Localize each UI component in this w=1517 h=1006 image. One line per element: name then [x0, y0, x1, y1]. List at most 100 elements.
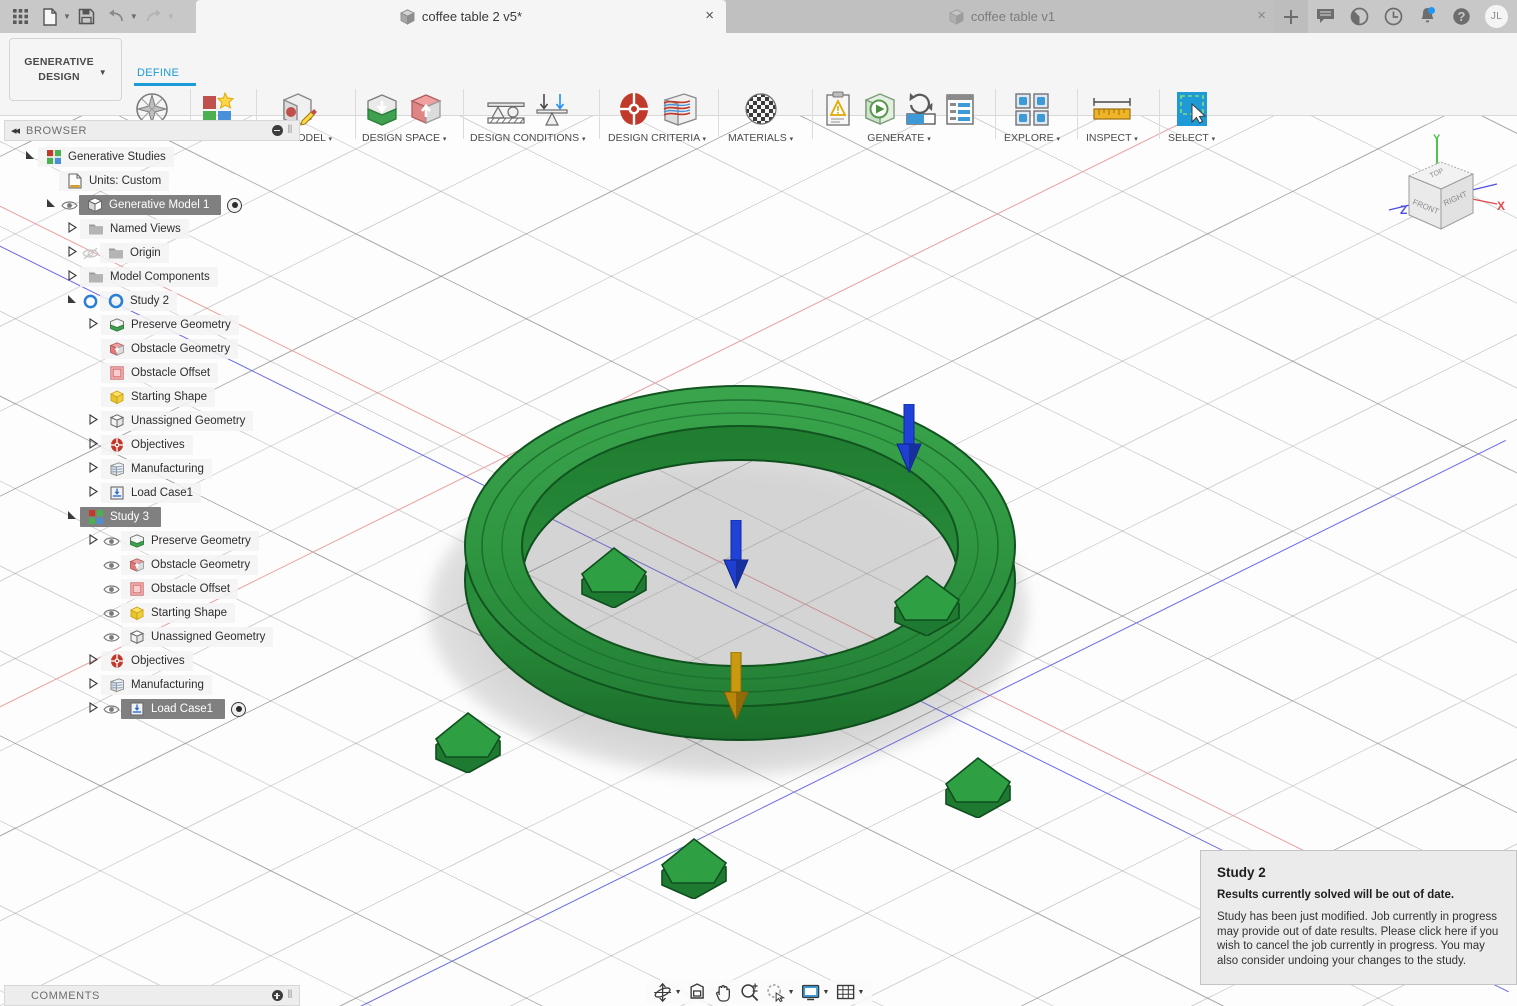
collapse-arrow-icon[interactable] [64, 269, 80, 284]
tree-item-label-box[interactable]: Manufacturing [101, 459, 212, 479]
app-grid-icon[interactable] [6, 3, 34, 31]
preserve-geometry-icon[interactable] [362, 89, 402, 129]
collapse-arrow-icon[interactable] [85, 461, 101, 476]
look-at-icon[interactable] [686, 981, 710, 1003]
tree-item-label-box[interactable]: Preserve Geometry [101, 315, 239, 335]
tree-item-model-components[interactable]: Model Components [4, 265, 300, 289]
eye-icon[interactable] [101, 703, 121, 716]
display-settings-caret[interactable]: ▼ [823, 989, 830, 996]
tree-item-obstacle-offset[interactable]: Obstacle Offset [4, 361, 300, 385]
tree-item-unassigned-geometry[interactable]: Unassigned Geometry [4, 625, 300, 649]
tree-item-label-box[interactable]: Objectives [101, 651, 193, 671]
close-icon[interactable]: × [1257, 8, 1266, 23]
grid-snaps-caret[interactable]: ▼ [857, 989, 864, 996]
tree-item-label-box[interactable]: Model Components [80, 267, 218, 287]
expand-arrow-icon[interactable] [22, 150, 38, 164]
tree-item-label-box[interactable]: Study 3 [80, 507, 161, 527]
browser-collapse-all-icon[interactable] [271, 125, 283, 136]
tree-item-objectives[interactable]: Objectives [4, 433, 300, 457]
document-tab-inactive[interactable]: coffee table v1 × [726, 0, 1278, 33]
select-window-icon[interactable] [1172, 89, 1212, 129]
zoom-window-icon[interactable] [764, 981, 788, 1003]
browser-resize-handle[interactable]: ⦀ [288, 124, 293, 137]
add-comment-icon[interactable] [271, 990, 283, 1001]
tree-item-generative-model-1[interactable]: Generative Model 1 [4, 193, 300, 217]
precheck-icon[interactable] [820, 89, 856, 129]
tree-item-label-box[interactable]: Obstacle Offset [101, 363, 219, 383]
collapse-icon[interactable]: ◂◂ [11, 124, 20, 137]
load-arrow-1[interactable] [896, 404, 922, 474]
comments-resize-handle[interactable]: ⦀ [288, 989, 293, 1002]
document-tab-active[interactable]: coffee table 2 v5* × [196, 0, 726, 33]
collapse-arrow-icon[interactable] [64, 221, 80, 236]
structural-constraints-icon[interactable] [484, 89, 528, 129]
tree-item-label-box[interactable]: Obstacle Geometry [101, 339, 239, 359]
orbit-caret[interactable]: ▼ [675, 989, 682, 996]
eye-icon[interactable] [101, 631, 121, 644]
activate-radio-button[interactable] [231, 701, 247, 717]
tree-item-label-box[interactable]: Unassigned Geometry [101, 411, 254, 431]
tree-item-preserve-geometry[interactable]: Preserve Geometry [4, 313, 300, 337]
tree-item-label-box[interactable]: Named Views [80, 219, 189, 239]
undo-caret[interactable]: ▼ [130, 12, 138, 21]
tree-item-obstacle-offset[interactable]: Obstacle Offset [4, 577, 300, 601]
tree-item-manufacturing[interactable]: Manufacturing [4, 457, 300, 481]
eye-icon[interactable] [59, 199, 79, 212]
workspace-switcher-button[interactable]: GENERATIVE DESIGN ▼ [9, 38, 122, 101]
comments-icon[interactable] [1308, 0, 1342, 33]
generate-toggle-icon[interactable] [904, 89, 938, 129]
tree-item-manufacturing[interactable]: Manufacturing [4, 673, 300, 697]
tree-item-load-case1[interactable]: Load Case1 [4, 697, 300, 721]
add-tab-button[interactable] [1274, 0, 1308, 33]
manufacturing-icon[interactable] [658, 89, 700, 129]
collapse-arrow-icon[interactable] [64, 245, 80, 260]
tree-item-preserve-geometry[interactable]: Preserve Geometry [4, 529, 300, 553]
ribbon-label-explore[interactable]: EXPLORE ▾ [1004, 132, 1060, 144]
ribbon-label-inspect[interactable]: INSPECT ▾ [1086, 132, 1138, 144]
load-arrow-2[interactable] [723, 520, 749, 590]
view-cube[interactable]: Y Z X TOP FRONT RIGHT [1371, 132, 1511, 244]
job-status-list-icon[interactable] [942, 89, 978, 129]
tree-item-label-box[interactable]: Manufacturing [101, 675, 212, 695]
tree-item-label-box[interactable]: Load Case1 [101, 483, 202, 503]
objectives-icon[interactable] [614, 89, 654, 129]
tree-item-label-box[interactable]: Unassigned Geometry [121, 627, 274, 647]
pan-icon[interactable] [712, 981, 736, 1003]
collapse-arrow-icon[interactable] [85, 485, 101, 500]
zoom-window-caret[interactable]: ▼ [788, 989, 795, 996]
undo-icon[interactable] [103, 3, 131, 31]
tree-item-label-box[interactable]: Origin [100, 243, 169, 263]
close-icon[interactable]: × [705, 8, 714, 23]
structural-loads-icon[interactable] [532, 89, 572, 129]
redo-caret[interactable]: ▼ [167, 12, 175, 21]
tree-item-label-box[interactable]: Preserve Geometry [121, 531, 259, 551]
orbit-icon[interactable] [651, 981, 675, 1003]
expand-arrow-icon[interactable] [64, 294, 80, 308]
obstacle-geometry-icon[interactable] [406, 89, 446, 129]
tree-item-starting-shape[interactable]: Starting Shape [4, 385, 300, 409]
avatar[interactable]: JL [1484, 4, 1509, 29]
tree-item-label-box[interactable]: Units: Custom [59, 171, 170, 191]
materials-sphere-icon[interactable] [741, 89, 781, 129]
preserve-pad[interactable] [889, 574, 965, 636]
new-file-caret[interactable]: ▼ [63, 12, 71, 21]
measure-icon[interactable] [1089, 89, 1135, 129]
ribbon-label-generate[interactable]: GENERATE ▾ [867, 132, 930, 144]
tree-item-label-box[interactable]: Objectives [101, 435, 193, 455]
tree-item-label-box[interactable]: Load Case1 [121, 699, 226, 719]
activate-radio-button[interactable] [227, 197, 243, 213]
tab-define[interactable]: DEFINE [137, 67, 179, 79]
tree-item-starting-shape[interactable]: Starting Shape [4, 601, 300, 625]
preserve-pad[interactable] [576, 546, 652, 608]
redo-icon[interactable] [140, 3, 168, 31]
ribbon-label-materials[interactable]: MATERIALS ▾ [728, 132, 793, 144]
eye-icon[interactable] [101, 559, 121, 572]
eye-icon[interactable] [101, 583, 121, 596]
help-icon[interactable]: ? [1444, 0, 1478, 33]
tree-item-objectives[interactable]: Objectives [4, 649, 300, 673]
collapse-arrow-icon[interactable] [85, 437, 101, 452]
explore-grid-icon[interactable] [1012, 89, 1052, 129]
tree-item-generative-studies[interactable]: Generative Studies [4, 145, 300, 169]
eye-off-icon[interactable] [80, 247, 100, 260]
tree-item-label-box[interactable]: Generative Studies [38, 147, 174, 167]
